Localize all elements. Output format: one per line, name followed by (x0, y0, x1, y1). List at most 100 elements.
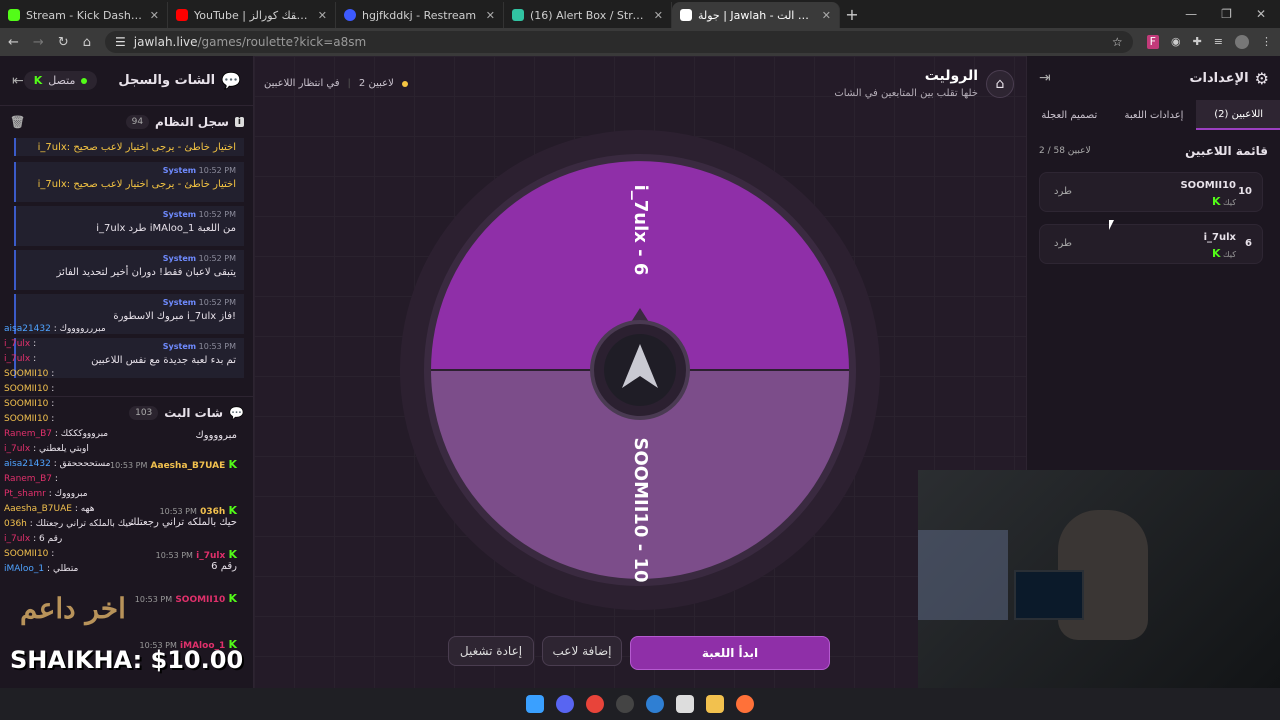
stream-chat-title: شات البث (164, 405, 224, 420)
chat-header: ⇤ K متصل الشات والسجل 💬 (0, 56, 253, 106)
collapse-panel-icon[interactable]: ⇥ (1039, 70, 1051, 86)
mouse-cursor-icon (1109, 220, 1114, 230)
add-player-button[interactable]: إضافة لاعب (542, 636, 622, 666)
folder-icon[interactable] (706, 695, 724, 713)
restream-favicon-icon (344, 9, 356, 21)
discord-icon[interactable] (556, 695, 574, 713)
extension-icon[interactable]: ◉ (1171, 35, 1181, 49)
kick-player-button[interactable]: طرد (1054, 238, 1072, 249)
overlay-line: SOOMII10 : (4, 414, 55, 424)
overlay-line: 036h : حيك بالملكه تراني رجعتلك (4, 519, 134, 529)
close-icon[interactable]: ✕ (150, 9, 159, 22)
new-tab-icon[interactable]: + (840, 5, 864, 24)
webcam-overlay (918, 470, 1280, 690)
overlay-line: iMAloo_1 : متطلي (4, 564, 79, 574)
status-dot-icon (81, 77, 88, 84)
close-window-icon[interactable]: ✕ (1256, 7, 1266, 21)
browser-tab[interactable]: YouTube | أنا بعشقك كورالز ✕ (168, 2, 336, 28)
players-list-title: قائمة اللاعبين (1185, 144, 1268, 158)
kick-icon: K (33, 74, 43, 87)
webcam-monitor (1014, 570, 1084, 620)
profile-avatar[interactable] (1235, 35, 1249, 49)
media-icon[interactable]: ≡ (1214, 35, 1223, 49)
restart-button[interactable]: إعادة تشغيل (448, 636, 534, 666)
bookmark-star-icon[interactable]: ☆ (1112, 35, 1123, 49)
kick-favicon-icon (8, 9, 20, 21)
tab-wheel-design[interactable]: تصميم العجلة (1027, 100, 1112, 130)
system-log-list: i_7ulx: اختيار خاطئ - يرجى اختيار لاعب ص… (0, 138, 254, 396)
streamlabs-favicon-icon (512, 9, 524, 21)
system-log-title: سجل النظام (155, 115, 229, 129)
windows-start-icon[interactable] (526, 695, 544, 713)
overlay-line: i_7ulx : رقم 6 (4, 534, 63, 544)
overlay-line: SOOMII10 : (4, 549, 55, 559)
donor-amount: SHAIKHA: $10.00 (10, 646, 244, 674)
kick-player-button[interactable]: طرد (1054, 186, 1072, 197)
restore-icon[interactable]: ❐ (1221, 7, 1232, 21)
menu-icon[interactable]: ⋮ (1261, 35, 1272, 49)
tab-players[interactable]: اللاعبين (2) (1196, 100, 1280, 130)
overlay-line: Ranem_B7 : (4, 474, 58, 484)
connection-status: K متصل (23, 71, 98, 90)
forward-icon[interactable]: → (33, 35, 44, 50)
close-icon[interactable]: ✕ (486, 9, 495, 22)
home-button[interactable]: ⌂ (986, 70, 1014, 98)
browser-tab[interactable]: hgjfkddkj - Restream ✕ (336, 2, 504, 28)
tab-game-settings[interactable]: إعدادات اللعبة (1112, 100, 1197, 130)
chrome-icon[interactable] (586, 695, 604, 713)
players-count: 2 لاعبين (358, 78, 394, 89)
game-header: ⌂ الروليت خلها تقلب بين المتابعين في الش… (254, 56, 1026, 112)
url-field[interactable]: ☰ jawlah.live/games/roulette?kick=a8sm ☆ (104, 31, 1133, 53)
collapse-panel-icon[interactable]: ⇤ (12, 73, 24, 89)
chat-message: 10:53 PM i_7ulx K رقم 6 (155, 548, 237, 572)
minimize-icon[interactable]: — (1185, 7, 1197, 21)
player-number: 10 (1238, 186, 1252, 197)
tab-title: Stream - Kick Dashboard (26, 8, 144, 22)
chat-panel: ⇤ K متصل الشات والسجل 💬 🗑 94 سجل النظام i… (0, 56, 254, 688)
tab-title: YouTube | أنا بعشقك كورالز (194, 8, 312, 22)
segment-label-bottom: SOOMII10 - 10 (630, 438, 651, 583)
log-entry: System 10:52 PM يتبقى لاعبان فقط! دوران … (14, 250, 244, 290)
overlay-line: SOOMII10 : (4, 369, 55, 379)
player-number: 6 (1245, 238, 1252, 249)
home-icon[interactable]: ⌂ (83, 35, 91, 50)
donor-banner-title: اخر داعم (20, 592, 126, 625)
info-icon: i (234, 117, 244, 127)
overlay-line: i_7ulx : اوبتي يلعطني (4, 444, 89, 454)
overlay-line: Aaesha_B7UAE : ههه (4, 504, 95, 514)
start-game-button[interactable]: ابدأ اللعبة (630, 636, 830, 670)
close-icon[interactable]: ✕ (318, 9, 327, 22)
extension-icon[interactable]: F (1146, 35, 1159, 49)
game-subtitle: خلها تقلب بين المتابعين في الشات (834, 88, 978, 99)
players-status: في انتظار اللاعبين | 2 لاعبين (264, 78, 408, 89)
chat-icon: 💬 (229, 405, 244, 420)
player-name: SOOMII10 (1180, 180, 1236, 191)
browser-tab-active[interactable]: جولة | Jawlah - منصة الألعاب الت... ✕ (672, 2, 840, 28)
overlay-line: Ranem_B7 : مبروووكككك (4, 429, 109, 439)
player-card: 10 SOOMII10 K كيك طرد (1039, 172, 1263, 212)
site-info-icon[interactable]: ☰ (115, 35, 126, 49)
media-app-icon[interactable] (676, 695, 694, 713)
settings-header: ⇥ الإعدادات ⚙ (1027, 56, 1280, 100)
puzzle-icon[interactable]: ✚ (1193, 35, 1202, 49)
chat-message: مبرووووك (195, 430, 237, 441)
browser-tab[interactable]: Stream - Kick Dashboard ✕ (0, 2, 168, 28)
obs-icon[interactable] (616, 695, 634, 713)
browser-tab[interactable]: (16) Alert Box / Streamlabs ✕ (504, 2, 672, 28)
player-platform: K كيك (1211, 195, 1236, 208)
chat-message: 10:53 PM 036h K حيك بالملكه تراني رجعتلك (128, 504, 237, 528)
jawlah-favicon-icon (680, 9, 692, 21)
close-icon[interactable]: ✕ (654, 9, 663, 22)
page: ⇤ K متصل الشات والسجل 💬 🗑 94 سجل النظام i… (0, 56, 1280, 690)
edge-icon[interactable] (646, 695, 664, 713)
segment-label-top: i_7ulx - 6 (630, 185, 651, 276)
close-icon[interactable]: ✕ (822, 9, 831, 22)
game-area: ⌂ الروليت خلها تقلب بين المتابعين في الش… (254, 56, 1026, 688)
tab-title: hgjfkddkj - Restream (362, 8, 477, 22)
status-dot-icon (401, 80, 408, 87)
back-icon[interactable]: ← (8, 35, 19, 50)
trash-icon[interactable]: 🗑 (10, 115, 25, 129)
reload-icon[interactable]: ↻ (58, 35, 69, 50)
firefox-icon[interactable] (736, 695, 754, 713)
roulette-wheel[interactable]: i_7ulx - 6 SOOMII10 - 10 (400, 130, 880, 610)
